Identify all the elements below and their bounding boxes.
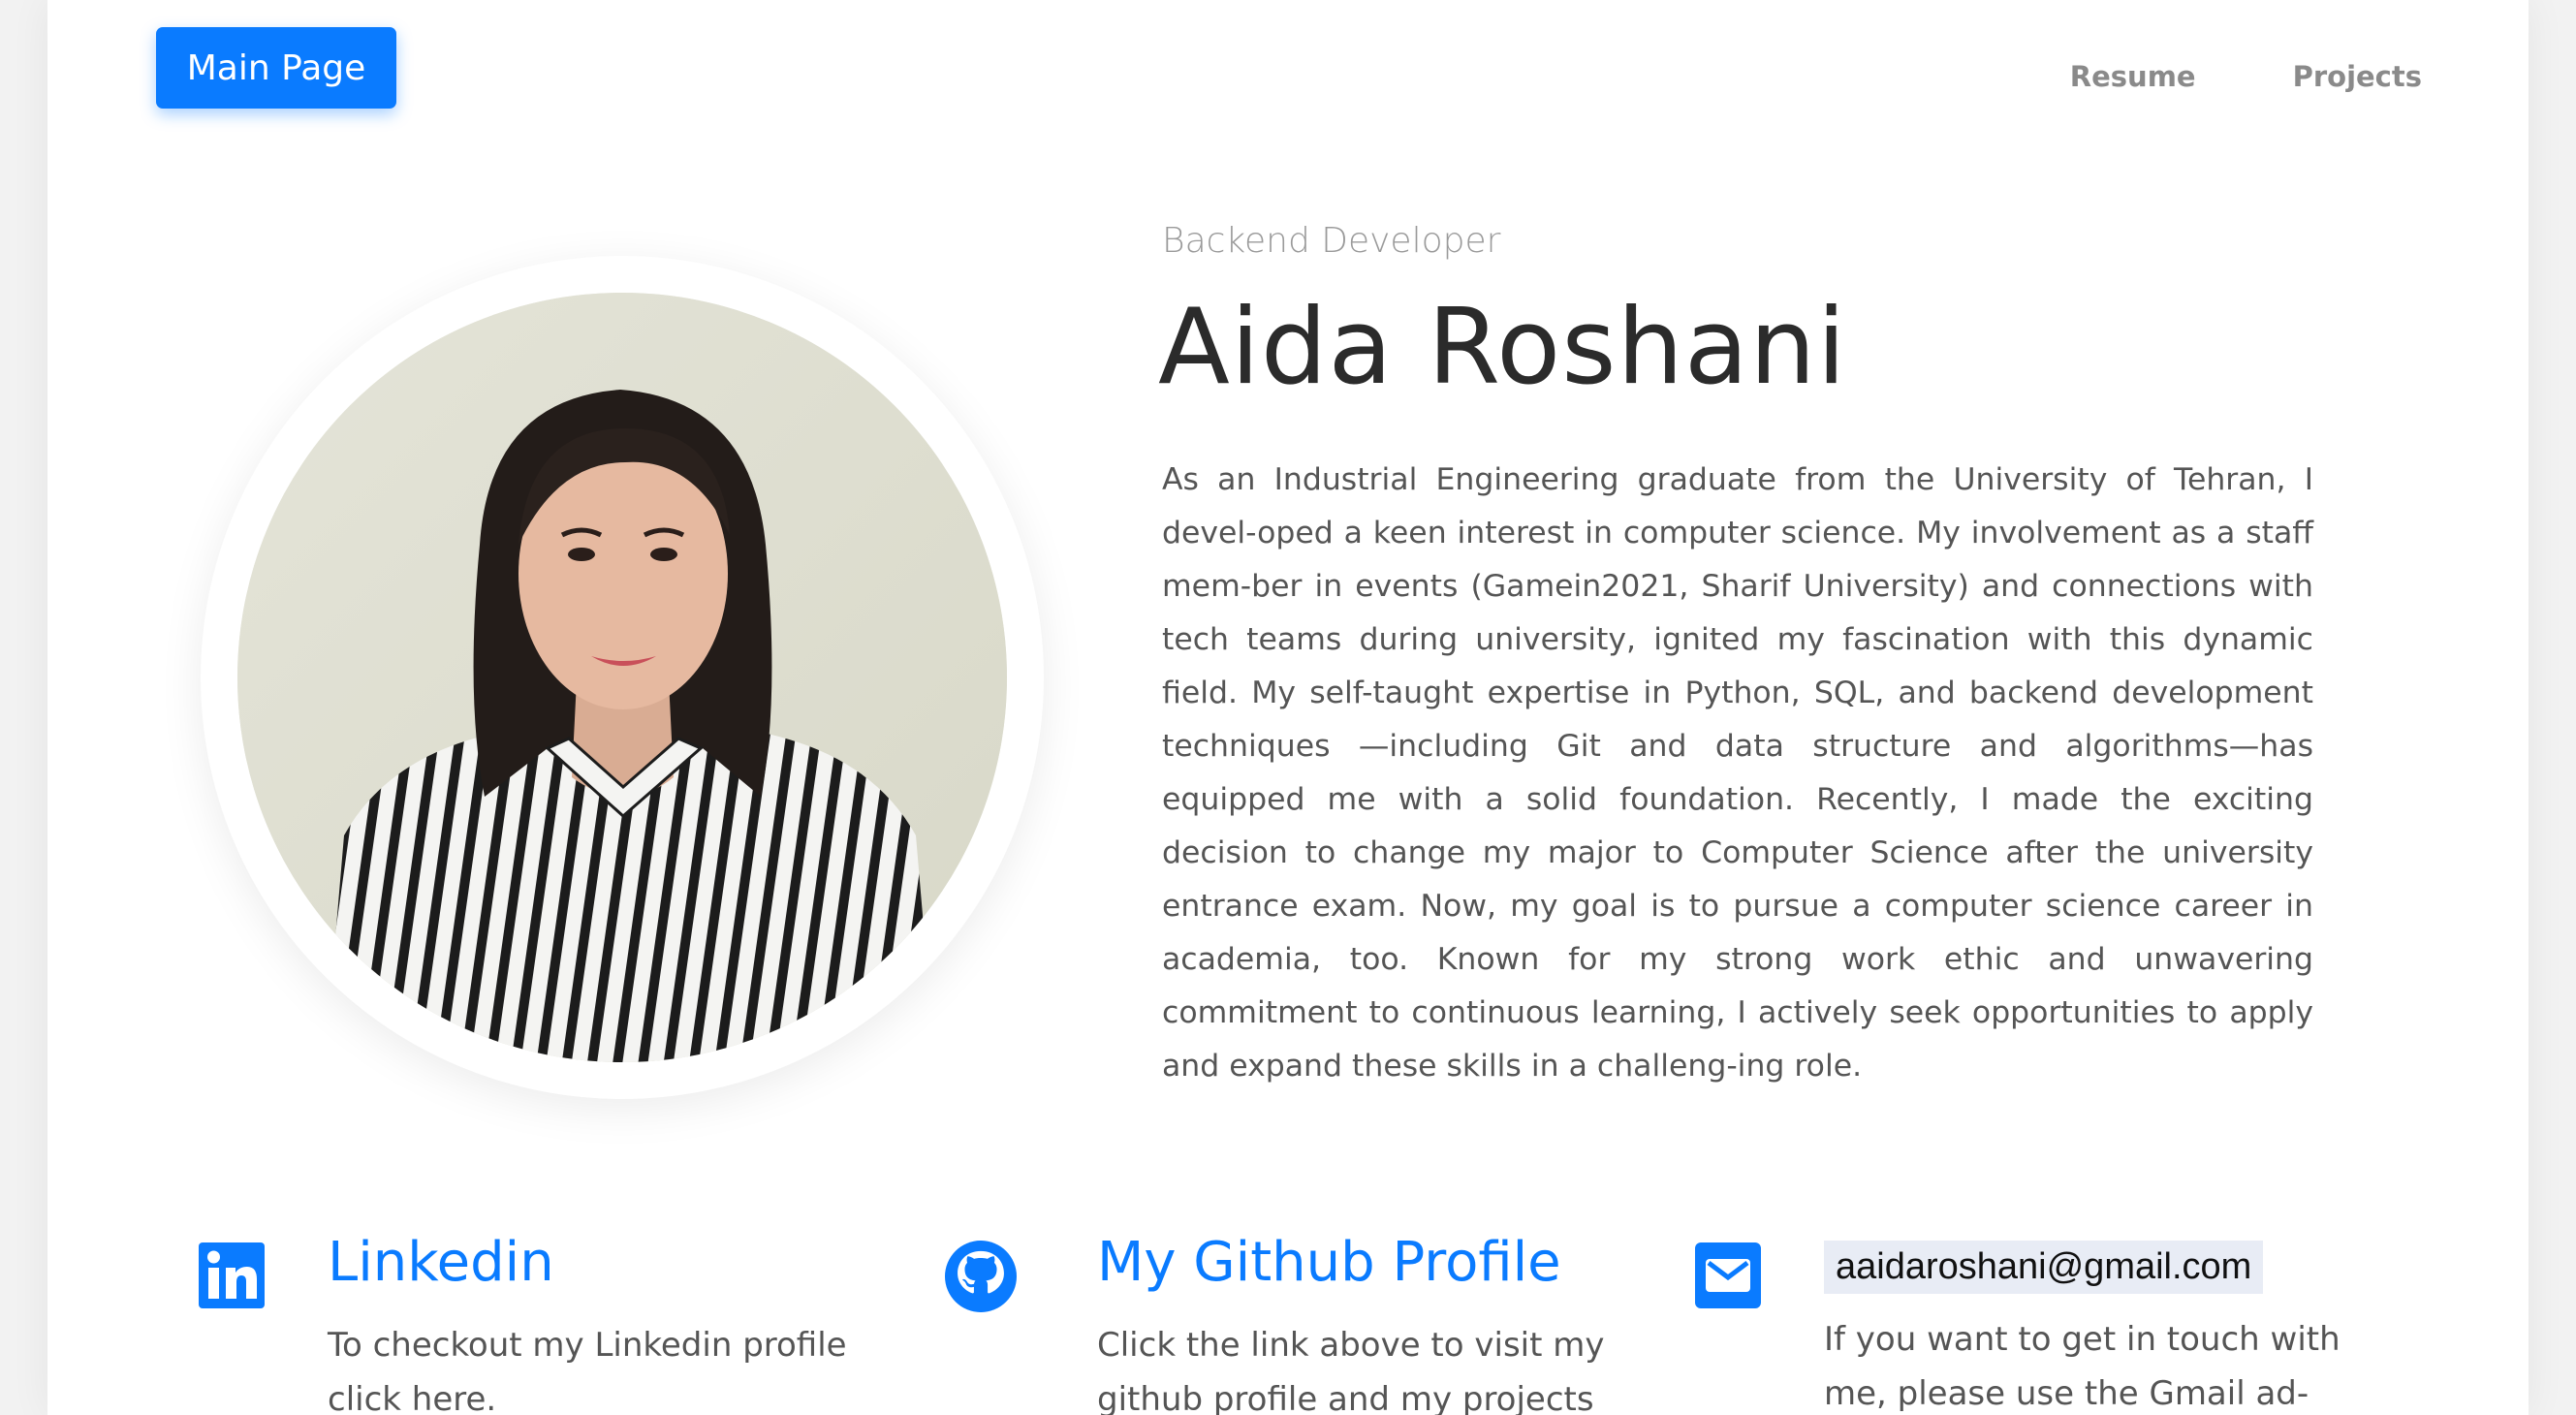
page-container: Main Page Resume Projects Backend Develo… <box>47 0 2529 1415</box>
mail-icon[interactable] <box>1695 1242 1761 1308</box>
nav-resume-link[interactable]: Resume <box>2070 60 2196 93</box>
job-title: Backend Developer <box>1162 221 1501 261</box>
email-description: If you want to get in touch with me, ple… <box>1824 1320 2340 1413</box>
profile-photo-illustration <box>237 293 1007 1062</box>
person-name: Aida Roshani <box>1158 287 1847 408</box>
nav-projects-link[interactable]: Projects <box>2293 60 2422 93</box>
profile-photo <box>237 293 1007 1062</box>
linkedin-icon[interactable] <box>199 1242 265 1308</box>
github-description: Click the link above to visit my github … <box>1097 1326 1605 1415</box>
linkedin-description: To checkout my Linkedin profile click he… <box>328 1326 847 1415</box>
top-nav: Resume Projects <box>2070 60 2422 93</box>
email-address[interactable]: aaidaroshani@gmail.com <box>1824 1241 2264 1294</box>
main-page-button[interactable]: Main Page <box>156 27 396 109</box>
github-link[interactable]: My Github Profile <box>1097 1231 1561 1294</box>
github-icon[interactable] <box>945 1241 1017 1312</box>
bio-paragraph: As an Industrial Engineering graduate fr… <box>1162 462 2313 1084</box>
linkedin-link[interactable]: Linkedin <box>328 1231 554 1294</box>
